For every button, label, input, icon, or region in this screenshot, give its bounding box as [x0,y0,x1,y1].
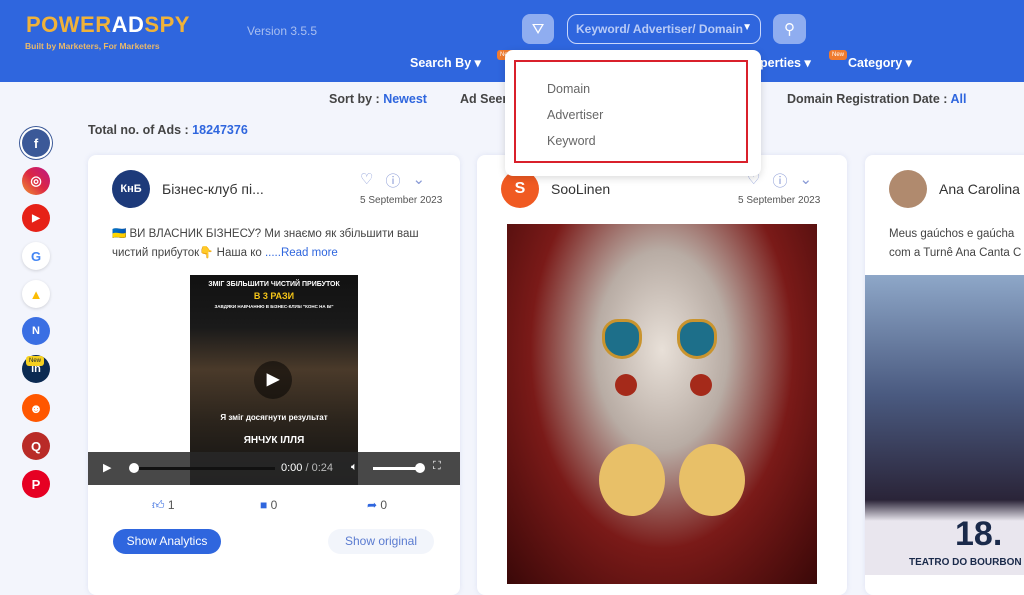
comment-icon: ■ [260,498,268,512]
info-icon[interactable]: ⓘ [772,170,787,191]
logo[interactable]: POWERADSPY [26,12,190,38]
ad-seen-filter[interactable]: Ad Seen [460,92,510,106]
domain-registration-filter[interactable]: Domain Registration Date : All [787,92,966,106]
fullscreen-icon[interactable]: ⛶ [433,460,441,473]
advertiser-name[interactable]: SooLinen [551,181,610,197]
nav-search-by[interactable]: Search By ▾ [410,55,481,70]
linkedin-new-badge: New [26,356,44,366]
nav-category[interactable]: Category ▾ [848,55,912,70]
search-icon: ⚲ [784,21,795,38]
comments: ■ 0 [260,498,278,512]
native-ads-icon[interactable]: N [22,317,50,345]
show-analytics-button[interactable]: Show Analytics [113,529,221,554]
seek-bar[interactable] [129,463,275,473]
video-player[interactable]: ЗМІГ ЗБІЛЬШИТИ ЧИСТИЙ ПРИБУТОК В 3 РАЗИ … [88,275,460,485]
new-badge: New [829,50,847,60]
shares: ➦ 0 [367,498,388,512]
filter-icon: ⛛ [531,20,545,38]
volume-slider[interactable] [373,463,425,473]
pinterest-icon[interactable]: P [22,470,50,498]
ad-text: Meus gaúchos e gaúcha com a Turnê Ana Can… [889,228,1022,259]
search-by-dropdown: Domain Advertiser Keyword [505,50,761,176]
read-more-link[interactable]: .....Read more [265,247,338,259]
ad-date: 5 September 2023 [360,195,443,206]
thumbs-up-icon: 👍︎ [152,498,165,512]
share-icon: ➦ [367,498,378,512]
ad-image-earrings[interactable] [507,224,817,584]
advertiser-name[interactable]: Ana Carolina [939,181,1020,197]
video-controls: ▶ 0:00 / 0:24 🔈︎ ⛶ [88,452,460,485]
avatar: КнБ [112,170,150,208]
volume-icon[interactable]: 🔈︎ [351,461,358,474]
reddit-icon[interactable]: ☻ [22,394,50,422]
option-keyword[interactable]: Keyword [547,134,596,148]
tagline: Built by Marketers, For Marketers [25,41,160,51]
chevron-down-icon[interactable]: ⌄ [412,170,425,191]
ad-date: 5 September 2023 [738,195,821,206]
avatar [889,170,927,208]
likes: 👍︎ 1 [152,498,175,512]
play-overlay-icon[interactable]: ▶ [254,361,292,399]
total-ads: Total no. of Ads : 18247376 [88,123,248,137]
clear-filter-button[interactable]: ⛛ [522,14,554,44]
heart-icon[interactable]: ♡ [360,170,373,191]
caret-down-icon: ▼ [742,22,752,33]
show-original-button[interactable]: Show original [328,529,434,554]
ad-card: Ana Carolina Meus gaúchos e gaúcha com a … [865,155,1024,595]
youtube-icon[interactable]: ▶ [22,204,50,232]
instagram-icon[interactable]: ◎ [22,167,50,195]
advertiser-name[interactable]: Бізнес-клуб пі... [162,181,264,197]
nav-properties[interactable]: perties ▾ [760,55,811,70]
ad-text: 🇺🇦 ВИ ВЛАСНИК БІЗНЕСУ? Ми знаємо як збіл… [112,228,419,259]
version-label: Version 3.5.5 [247,24,318,38]
facebook-icon[interactable]: f [22,129,50,157]
option-domain[interactable]: Domain [547,82,590,96]
ad-card: S SooLinen ♡ ⓘ ⌄ 5 September 2023 [477,155,847,595]
quora-icon[interactable]: Q [22,432,50,460]
info-icon[interactable]: ⓘ [385,170,400,191]
play-icon[interactable]: ▶ [103,461,111,474]
sort-by[interactable]: Sort by : Newest [329,92,427,106]
ad-card: КнБ Бізнес-клуб пі... ♡ ⓘ ⌄ 5 September 20… [88,155,460,595]
option-advertiser[interactable]: Advertiser [547,108,603,122]
ad-image-concert[interactable]: 18. TEATRO DO BOURBON [865,275,1024,575]
google-ads-icon[interactable]: ▲ [22,280,50,308]
google-icon[interactable]: G [22,242,50,270]
search-type-select[interactable]: Keyword/ Advertiser/ Domain ▼ [567,14,761,44]
search-button[interactable]: ⚲ [773,14,806,44]
chevron-down-icon[interactable]: ⌄ [799,170,812,191]
